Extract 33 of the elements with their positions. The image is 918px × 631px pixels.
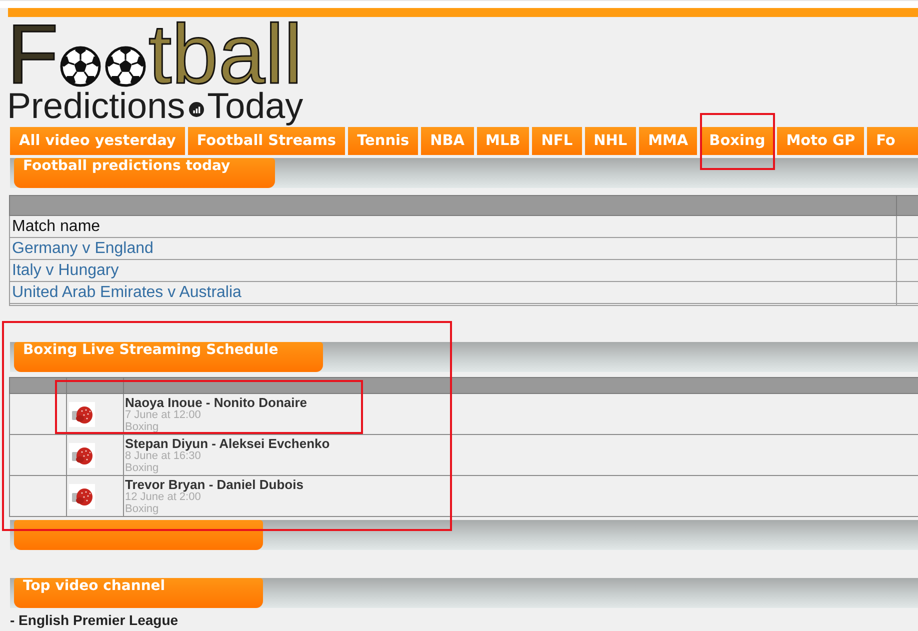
nav-tab[interactable]: MMA bbox=[639, 127, 698, 155]
event-sport: Boxing bbox=[125, 503, 160, 515]
nav-tab[interactable]: Football Streams bbox=[188, 127, 346, 155]
nav-tab[interactable]: NBA bbox=[421, 127, 474, 155]
nav-tab[interactable]: Moto GP bbox=[777, 127, 864, 155]
match-link[interactable]: Italy v Hungary bbox=[12, 262, 119, 278]
nav-tab[interactable]: Tennis bbox=[348, 127, 418, 155]
nav-tab[interactable]: MLB bbox=[476, 127, 530, 155]
section-title: Football predictions today bbox=[14, 158, 276, 188]
column-header: Match name bbox=[12, 218, 100, 234]
event-sport: Boxing bbox=[125, 421, 160, 433]
event-time: 7 June at 12:00 bbox=[125, 409, 202, 421]
event-title[interactable]: Stepan Diyun - Aleksei Evchenko bbox=[125, 437, 918, 450]
event-sport: Boxing bbox=[125, 462, 160, 474]
boxing-glove-icon bbox=[69, 484, 95, 508]
soccer-ball-icon bbox=[105, 46, 146, 87]
nav-tab[interactable]: Fo bbox=[867, 127, 918, 155]
event-title[interactable]: Trevor Bryan - Daniel Dubois bbox=[125, 478, 918, 491]
section-title: Boxing Live Streaming Schedule bbox=[14, 342, 324, 372]
boxing-glove-icon bbox=[69, 402, 95, 426]
match-link[interactable]: Germany v England bbox=[12, 240, 154, 256]
event-time: 12 June at 2:00 bbox=[125, 491, 201, 503]
section-title: Top video channel bbox=[14, 578, 263, 608]
channel-link[interactable]: - English Premier League bbox=[10, 613, 178, 628]
boxing-glove-icon bbox=[69, 442, 95, 468]
nav-tab[interactable]: NHL bbox=[584, 127, 636, 155]
soccer-ball-icon bbox=[60, 46, 102, 87]
event-title[interactable]: Naoya Inoue - Nonito Donaire bbox=[125, 396, 918, 409]
event-time: 8 June at 16:30 bbox=[125, 450, 201, 462]
nav-tab[interactable]: NFL bbox=[532, 127, 582, 155]
nav-tab[interactable]: Boxing bbox=[700, 127, 774, 155]
nav-tab[interactable]: All video yesterday bbox=[10, 127, 185, 155]
bar-chart-icon bbox=[189, 102, 204, 117]
